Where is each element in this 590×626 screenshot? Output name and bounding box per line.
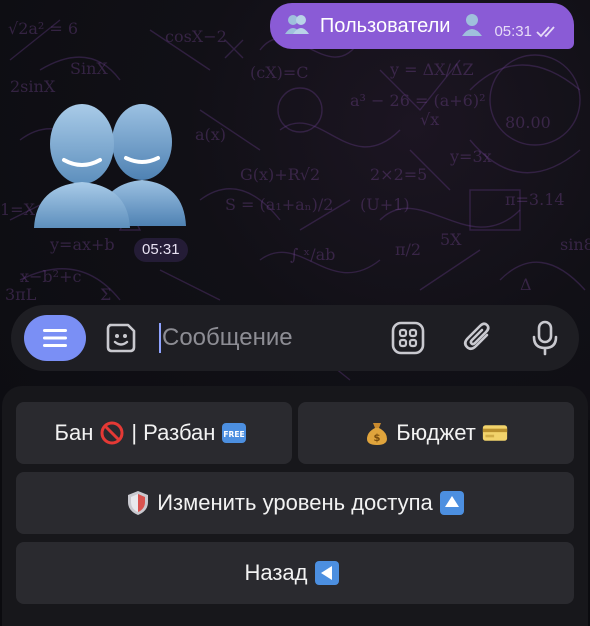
svg-text:cosX−2: cosX−2: [165, 27, 227, 46]
free-icon: FREE: [221, 420, 247, 446]
svg-text:π/2: π/2: [395, 240, 421, 259]
svg-text:x−b²+c: x−b²+c: [20, 267, 81, 286]
hamburger-menu-icon: [43, 329, 67, 347]
sticker-time: 05:31: [134, 238, 188, 262]
svg-text:3πL: 3πL: [5, 285, 37, 304]
change-access-label: Изменить уровень доступа: [157, 490, 433, 515]
svg-text:y = ΔX/ΔZ: y = ΔX/ΔZ: [389, 60, 474, 79]
busts-in-silhouette-icon: [284, 13, 310, 40]
svg-text:y=ax+b: y=ax+b: [49, 235, 115, 254]
svg-text:π=3.14: π=3.14: [505, 190, 565, 209]
message-input[interactable]: Сообщение: [159, 319, 389, 357]
paperclip-icon[interactable]: [459, 319, 497, 357]
busts-in-silhouette-icon[interactable]: [30, 100, 190, 230]
change-access-level-button[interactable]: Изменить уровень доступа: [16, 472, 574, 534]
message-text: Пользователи: [319, 14, 451, 37]
prohibited-icon: [99, 420, 125, 446]
svg-text:SinX: SinX: [70, 59, 108, 78]
budget-button[interactable]: $ Бюджет: [298, 402, 574, 464]
message-input-placeholder: Сообщение: [162, 324, 293, 351]
svg-text:sin8: sin8: [560, 235, 590, 254]
svg-text:FREE: FREE: [224, 430, 245, 439]
message-input-bar: Сообщение: [11, 305, 579, 371]
svg-text:(U+1): (U+1): [360, 195, 410, 214]
svg-text:a³ − 26 = (a+6)²: a³ − 26 = (a+6)²: [350, 91, 486, 110]
svg-text:2×2=5: 2×2=5: [370, 165, 427, 184]
reverse-button-icon: [314, 560, 340, 586]
ban-unban-button[interactable]: Бан | Разбан FREE: [16, 402, 292, 464]
svg-text:∫ ˣ/ab: ∫ ˣ/ab: [290, 245, 335, 264]
text-caret: [159, 323, 161, 353]
unban-label: | Разбан: [131, 420, 216, 445]
bot-menu-button[interactable]: [24, 315, 86, 361]
svg-text:(cX)=C: (cX)=C: [250, 63, 308, 82]
budget-label: Бюджет: [396, 420, 476, 445]
svg-text:5X: 5X: [440, 230, 462, 249]
double-check-icon: [536, 26, 555, 38]
outgoing-message-bubble[interactable]: Пользователи 05:31: [269, 3, 574, 49]
bot-reply-keyboard: Бан | Разбан FREE $ Бюджет Изменить уров…: [2, 386, 588, 626]
shield-icon: [125, 490, 151, 516]
back-label: Назад: [244, 560, 308, 585]
svg-text:Σ: Σ: [100, 285, 111, 304]
up-button-icon: [439, 490, 465, 516]
credit-card-icon: [482, 420, 508, 446]
svg-text:S = (a₁+aₙ)/2: S = (a₁+aₙ)/2: [225, 195, 333, 214]
money-bag-icon: $: [364, 420, 390, 446]
svg-text:2sinX: 2sinX: [10, 77, 56, 96]
bot-keyboard-icon[interactable]: [389, 319, 427, 357]
svg-text:√2a² = 6: √2a² = 6: [8, 19, 78, 38]
svg-text:80.00: 80.00: [505, 113, 551, 132]
back-button[interactable]: Назад: [16, 542, 574, 604]
svg-text:Δ: Δ: [520, 275, 532, 294]
svg-text:$: $: [374, 433, 381, 444]
svg-text:√x: √x: [420, 110, 439, 129]
svg-text:G(x)+R√2: G(x)+R√2: [240, 165, 320, 184]
message-meta: 05:31: [494, 23, 560, 40]
svg-text:a(x): a(x): [195, 125, 226, 144]
microphone-icon[interactable]: [526, 319, 564, 357]
svg-text:y=3x: y=3x: [449, 147, 492, 166]
sticker-icon[interactable]: [102, 319, 140, 357]
ban-label: Бан: [54, 420, 94, 445]
message-time: 05:31: [494, 22, 532, 40]
bust-in-silhouette-icon: [460, 12, 484, 41]
